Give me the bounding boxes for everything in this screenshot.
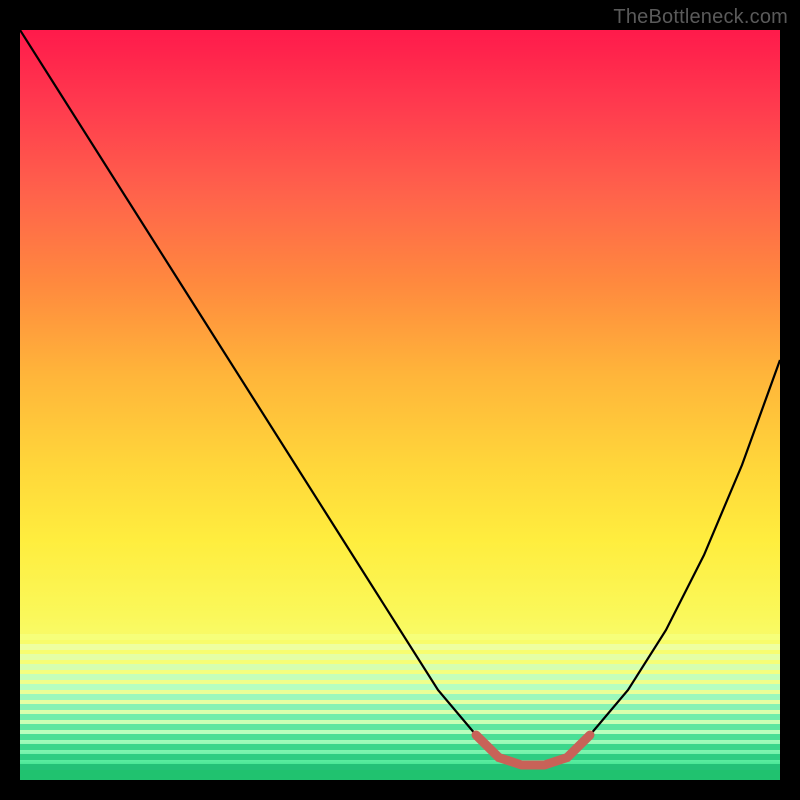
bottleneck-curve [20,30,780,765]
watermark-text: TheBottleneck.com [613,6,788,29]
curve-svg [20,30,780,780]
chart-stage: TheBottleneck.com [0,0,800,800]
optimal-range-highlight [476,735,590,765]
plot-area [20,30,780,780]
